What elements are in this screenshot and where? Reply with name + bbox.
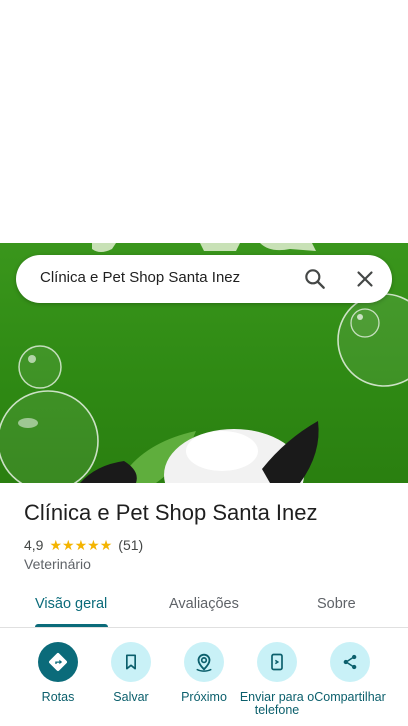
- send-to-phone-button[interactable]: Enviar para o telefone: [239, 642, 315, 717]
- tab-overview[interactable]: Visão geral: [35, 596, 107, 612]
- close-icon[interactable]: [352, 266, 378, 292]
- save-label: Salvar: [113, 690, 149, 704]
- star-icon: ★: [62, 537, 75, 553]
- map-blank-area: [0, 0, 408, 243]
- place-title: Clínica e Pet Shop Santa Inez: [24, 500, 318, 525]
- share-label: Compartilhar: [314, 690, 386, 704]
- review-count[interactable]: (51): [118, 537, 143, 553]
- send-to-phone-icon: [257, 642, 297, 682]
- tab-reviews[interactable]: Avaliações: [169, 596, 239, 612]
- star-icon: ★: [99, 537, 113, 553]
- tab-about[interactable]: Sobre: [317, 596, 356, 612]
- send-to-phone-label: Enviar para o telefone: [239, 690, 315, 717]
- directions-button[interactable]: Rotas: [20, 642, 96, 704]
- share-button[interactable]: Compartilhar: [312, 642, 388, 704]
- nearby-label: Próximo: [181, 690, 227, 704]
- rating-value: 4,9: [24, 537, 44, 553]
- nearby-icon: [184, 642, 224, 682]
- tab-bar: Visão geral Avaliações Sobre: [0, 584, 408, 628]
- save-button[interactable]: Salvar: [93, 642, 169, 704]
- active-tab-indicator: [35, 624, 108, 627]
- action-bar: Rotas Salvar Próximo Enviar para o telef…: [0, 628, 408, 726]
- star-rating: ★ ★ ★ ★ ★: [49, 538, 112, 552]
- search-input[interactable]: Clínica e Pet Shop Santa Inez: [40, 269, 240, 286]
- nearby-button[interactable]: Próximo: [166, 642, 242, 704]
- star-icon: ★: [49, 537, 63, 553]
- rating-row[interactable]: 4,9 ★ ★ ★ ★ ★ (51): [24, 536, 143, 554]
- place-category: Veterinário: [24, 556, 91, 572]
- directions-label: Rotas: [41, 690, 75, 704]
- search-icon[interactable]: [302, 266, 328, 292]
- share-icon: [330, 642, 370, 682]
- star-icon: ★: [74, 537, 88, 553]
- directions-icon: [38, 642, 78, 682]
- search-bar[interactable]: Clínica e Pet Shop Santa Inez: [16, 255, 392, 303]
- bookmark-icon: [111, 642, 151, 682]
- star-icon: ★: [87, 537, 100, 553]
